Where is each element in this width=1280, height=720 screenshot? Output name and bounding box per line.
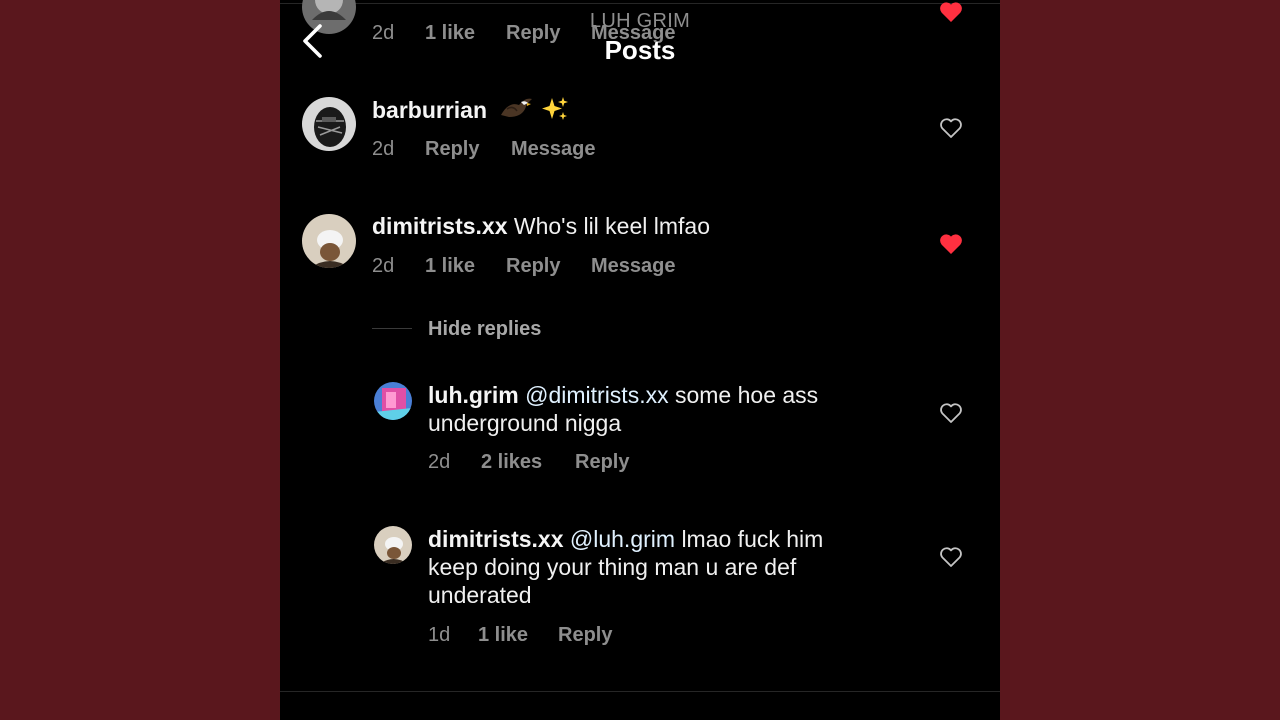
eagle-emoji-icon: [501, 98, 533, 117]
reply-meta: 2d 2 likes Reply: [428, 451, 728, 475]
reply-age: 2d: [428, 451, 451, 473]
reply-body: some hoe ass: [674, 382, 819, 408]
comments-screen: 2d 1 like Reply Message LUH GRIM Posts b…: [280, 0, 1000, 720]
mention-link[interactable]: @luh.grim: [570, 526, 675, 552]
replies-divider: [372, 328, 412, 329]
comment-text: dimitrists.xx Who's lil keel lmfao: [372, 212, 710, 240]
heart-outline-icon[interactable]: [939, 117, 963, 139]
back-chevron-icon[interactable]: [298, 22, 328, 60]
heart-outline-icon[interactable]: [939, 402, 963, 424]
message-button[interactable]: Message: [511, 138, 596, 161]
message-button[interactable]: Message: [591, 255, 676, 278]
comment-username[interactable]: barburrian: [372, 97, 487, 123]
comment-meta: 2d Reply Message: [372, 138, 732, 162]
reply-body-continued: keep doing your thing man u are def: [428, 554, 797, 580]
likes-count[interactable]: 2 likes: [481, 451, 542, 474]
heart-outline-icon[interactable]: [939, 546, 963, 568]
reply-body-continued: underground nigga: [428, 410, 622, 436]
bottom-divider: [280, 691, 1000, 692]
avatar[interactable]: [374, 526, 412, 564]
comment-age: 2d: [372, 138, 395, 160]
avatar[interactable]: [374, 382, 412, 420]
avatar[interactable]: [302, 97, 356, 151]
comment-body: Who's lil keel lmfao: [513, 213, 711, 239]
likes-count[interactable]: 1 like: [425, 255, 475, 278]
emoji-group: [499, 95, 569, 129]
reply-body-continued: underated: [428, 582, 532, 608]
reply-button[interactable]: Reply: [425, 138, 479, 161]
comment-username[interactable]: dimitrists.xx: [372, 213, 508, 239]
reply-username[interactable]: dimitrists.xx: [428, 526, 564, 552]
reply-button[interactable]: Reply: [575, 451, 629, 474]
top-divider: [280, 3, 1000, 4]
reply-text: luh.grim @dimitrists.xx some hoe ass: [428, 381, 818, 409]
comment-meta: 2d 1 like Reply Message: [372, 255, 732, 279]
hide-replies-button[interactable]: Hide replies: [428, 318, 541, 341]
reply-button[interactable]: Reply: [558, 624, 612, 647]
reply-username[interactable]: luh.grim: [428, 382, 519, 408]
reply-meta: 1d 1 like Reply: [428, 624, 728, 648]
comment-age: 2d: [372, 255, 395, 277]
page-title: Posts: [604, 35, 676, 65]
profile-name-kicker: LUH GRIM: [589, 10, 691, 32]
reply-text: dimitrists.xx @luh.grim lmao fuck him: [428, 525, 823, 553]
heart-filled-icon[interactable]: [939, 233, 963, 255]
sparkles-emoji-icon: [541, 97, 568, 120]
comment-text: barburrian: [372, 95, 570, 129]
avatar[interactable]: [302, 214, 356, 268]
reply-age: 1d: [428, 624, 451, 646]
reply-button[interactable]: Reply: [506, 255, 560, 278]
reply-body: lmao fuck him: [681, 526, 824, 552]
likes-count[interactable]: 1 like: [478, 624, 528, 647]
mention-link[interactable]: @dimitrists.xx: [525, 382, 668, 408]
